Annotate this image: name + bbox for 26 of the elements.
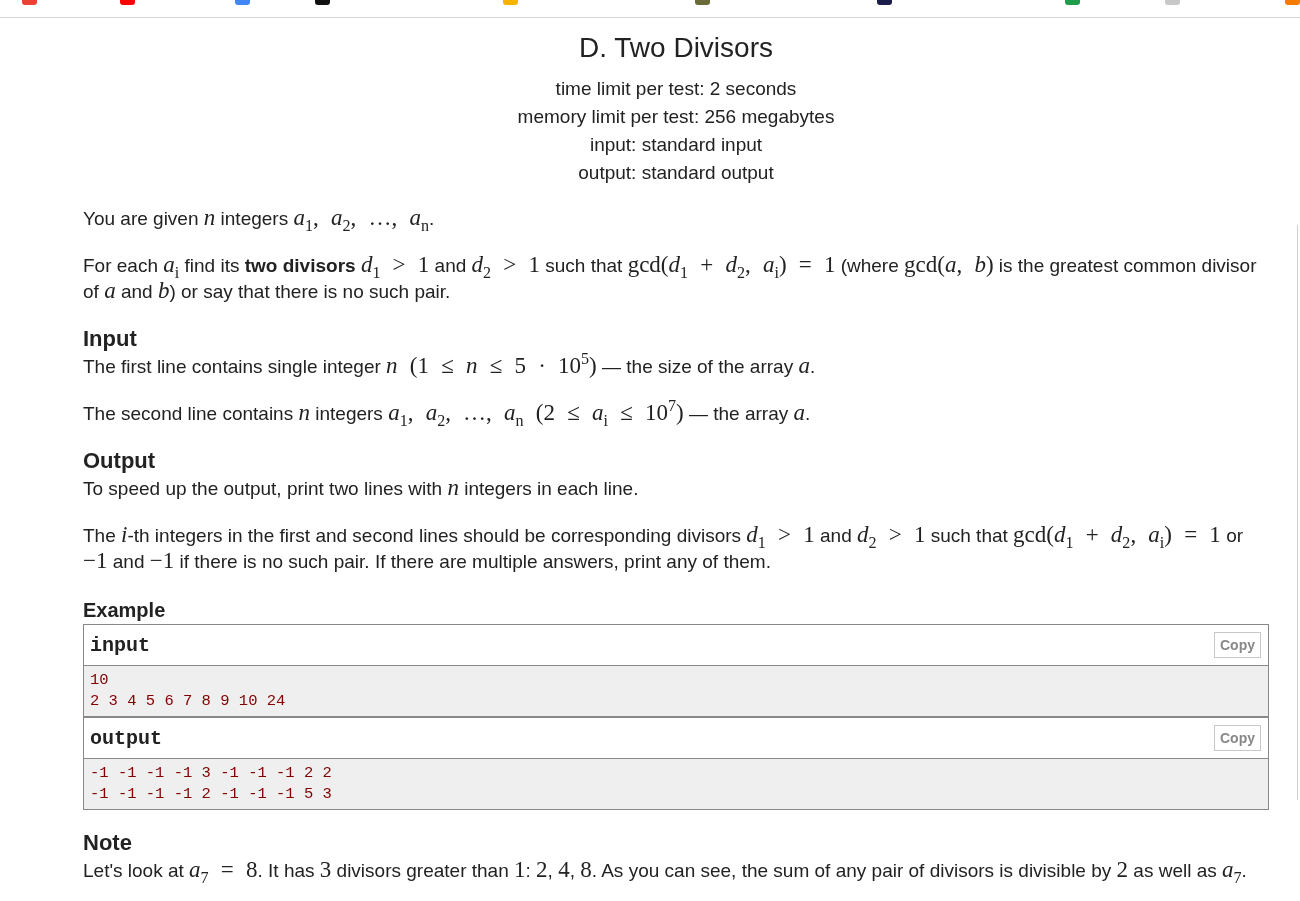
limit-text: memory limit per test: 256 megabytes	[517, 105, 835, 129]
section-paragraph: The i-th integers in the first and second lines should be corresponding divisors d$_{1}$ > 1 and d$_{2}$ > 1 such that gcd(d$_{1}$ + d$_{2}$, a$_{i}$) = 1 or −1 and −1 if there is no such pair. If there are multiple answers, print any of them.	[83, 523, 1245, 575]
sample-heading: output	[90, 726, 162, 750]
problem-title: D. Two Divisors	[579, 31, 773, 65]
data-line: -1 -1 -1 -1 2 -1 -1 -1 5 3	[90, 784, 332, 805]
section-paragraph: The second line contains n integers a$_{1}$, a$_{2}$, …, a$_{n}$ (2 ≤ a$_{i}$ ≤ 10$^{7}$) — the array a.	[83, 401, 812, 427]
section-title: Note	[83, 830, 132, 856]
section-title: Input	[83, 326, 137, 352]
bookmark-icon[interactable]	[315, 0, 330, 5]
bookmark-icon[interactable]	[877, 0, 892, 5]
limit-text: output: standard output	[578, 161, 774, 185]
section-title: Example	[83, 598, 166, 622]
data-line: 10	[90, 670, 109, 691]
data-line: -1 -1 -1 -1 3 -1 -1 -1 2 2	[90, 763, 332, 784]
copy-button[interactable]: Copy	[1214, 632, 1261, 658]
section-paragraph: The first line contains single integer n (1 ≤ n ≤ 5 · 10$^{5}$) — the size of the array a.	[83, 354, 817, 380]
limit-text: time limit per test: 2 seconds	[555, 77, 797, 101]
statement-paragraph: For each a$_{i}$ find its two divisors d$_{1}$ > 1 and d$_{2}$ > 1 such that gcd(d$_{1}$ + d$_{2}$, a$_{i}$) = 1 (where gcd(a, b) is the greatest common divisor of a and b) or say that there is no such pair.	[83, 253, 1258, 305]
section-paragraph: To speed up the output, print two lines with n integers in each line.	[83, 476, 640, 502]
limit-text: input: standard input	[589, 133, 763, 157]
data-line: 2 3 4 5 6 7 8 9 10 24	[90, 691, 286, 712]
sample-heading: input	[90, 633, 150, 657]
statement-paragraph: You are given n integers a$_{1}$, a$_{2}$, …, a$_{n}$.	[83, 206, 436, 232]
section-title: Output	[83, 448, 156, 474]
copy-button[interactable]: Copy	[1214, 725, 1261, 751]
note-paragraph: Let's look at a$_{7}$ = 8. It has 3 divisors greater than 1: 2, 4, 8. As you can see, the sum of any pair of divisors is divisible by 2 as well as a$_{7}$.	[83, 858, 1248, 884]
